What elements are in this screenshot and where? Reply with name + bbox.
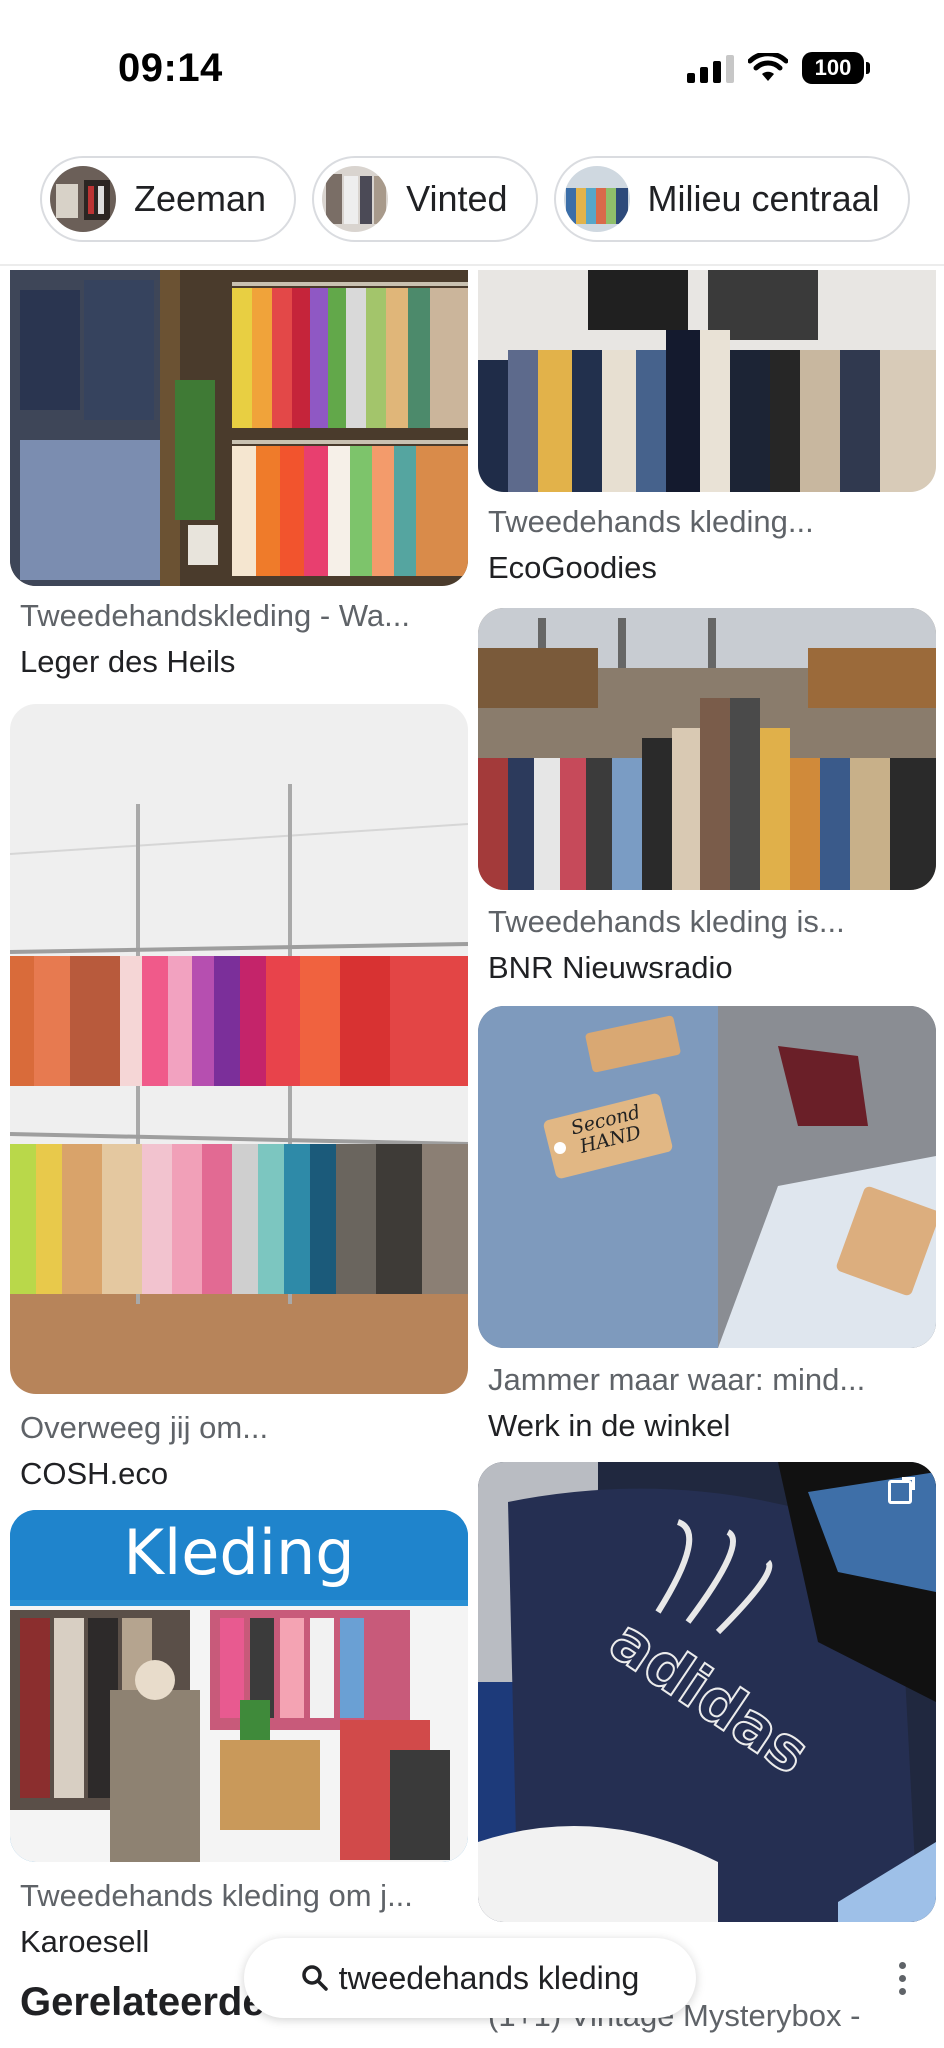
result-title[interactable]: Tweedehands kleding om j... bbox=[20, 1878, 413, 1914]
wifi-icon bbox=[748, 53, 788, 81]
result-image[interactable]: adidas bbox=[478, 1462, 936, 1922]
result-source[interactable]: Karoesell bbox=[20, 1924, 149, 1960]
search-query-pill[interactable]: tweedehands kleding bbox=[244, 1938, 696, 2018]
result-title[interactable]: Tweedehands kleding is... bbox=[488, 904, 845, 940]
chip-thumbnail bbox=[563, 166, 630, 232]
result-title[interactable]: Overweeg jij om... bbox=[20, 1410, 268, 1446]
external-link-icon[interactable] bbox=[888, 1477, 915, 1504]
chip-thumbnail bbox=[322, 166, 389, 232]
result-title[interactable]: Jammer maar waar: mind... bbox=[488, 1362, 865, 1398]
chip-zeeman[interactable]: Zeeman bbox=[40, 156, 297, 242]
result-source[interactable]: Leger des Heils bbox=[20, 644, 235, 680]
chip-thumbnail bbox=[50, 166, 116, 232]
result-source[interactable]: BNR Nieuwsradio bbox=[488, 950, 733, 986]
header-divider bbox=[0, 264, 944, 266]
result-card[interactable]: adidas bbox=[478, 1462, 936, 1962]
result-card[interactable]: Overweeg jij om... COSH.eco bbox=[10, 704, 468, 1494]
result-card[interactable]: Second HAND Jammer maar waar: mind... We… bbox=[478, 1006, 936, 1456]
result-image[interactable]: Second HAND bbox=[478, 1006, 936, 1348]
chip-vinted[interactable]: Vinted bbox=[312, 156, 538, 242]
chip-label: Vinted bbox=[406, 178, 508, 219]
more-options-icon[interactable] bbox=[896, 1962, 908, 1995]
result-image[interactable]: Kleding bbox=[10, 1510, 468, 1862]
chip-label: Milieu centraal bbox=[647, 178, 880, 219]
result-image[interactable] bbox=[10, 270, 468, 586]
search-icon bbox=[301, 1965, 328, 1991]
status-bar: 09:14 100 bbox=[0, 0, 944, 140]
signal-icon bbox=[687, 53, 734, 83]
image-caption-kleding: Kleding bbox=[123, 1516, 355, 1589]
result-image[interactable] bbox=[478, 270, 936, 492]
result-source[interactable]: Werk in de winkel bbox=[488, 1408, 730, 1444]
chip-label: Zeeman bbox=[134, 178, 267, 219]
result-image[interactable] bbox=[478, 608, 936, 890]
status-time: 09:14 bbox=[118, 46, 223, 90]
related-chips: Zeeman Vinted Milieu centraal bbox=[0, 156, 944, 250]
result-card[interactable]: Tweedehands kleding... EcoGoodies bbox=[478, 270, 936, 590]
chip-milieu-centraal[interactable]: Milieu centraal bbox=[553, 156, 910, 242]
result-image[interactable] bbox=[10, 704, 468, 1394]
result-card[interactable]: Tweedehands kleding is... BNR Nieuwsradi… bbox=[478, 608, 936, 988]
battery-icon: 100 bbox=[802, 52, 870, 84]
result-title[interactable]: Tweedehandskleding - Wa... bbox=[20, 598, 410, 634]
result-card[interactable]: Tweedehandskleding - Wa... Leger des Hei… bbox=[10, 270, 468, 679]
result-title[interactable]: Tweedehands kleding... bbox=[488, 504, 814, 540]
result-card[interactable]: Kleding Tweedehands kleding om j... Karo… bbox=[10, 1510, 468, 1959]
result-source[interactable]: EcoGoodies bbox=[488, 550, 657, 586]
result-source[interactable]: COSH.eco bbox=[20, 1456, 168, 1492]
search-query-text: tweedehands kleding bbox=[338, 1959, 640, 1996]
status-icons: 100 bbox=[687, 52, 870, 84]
